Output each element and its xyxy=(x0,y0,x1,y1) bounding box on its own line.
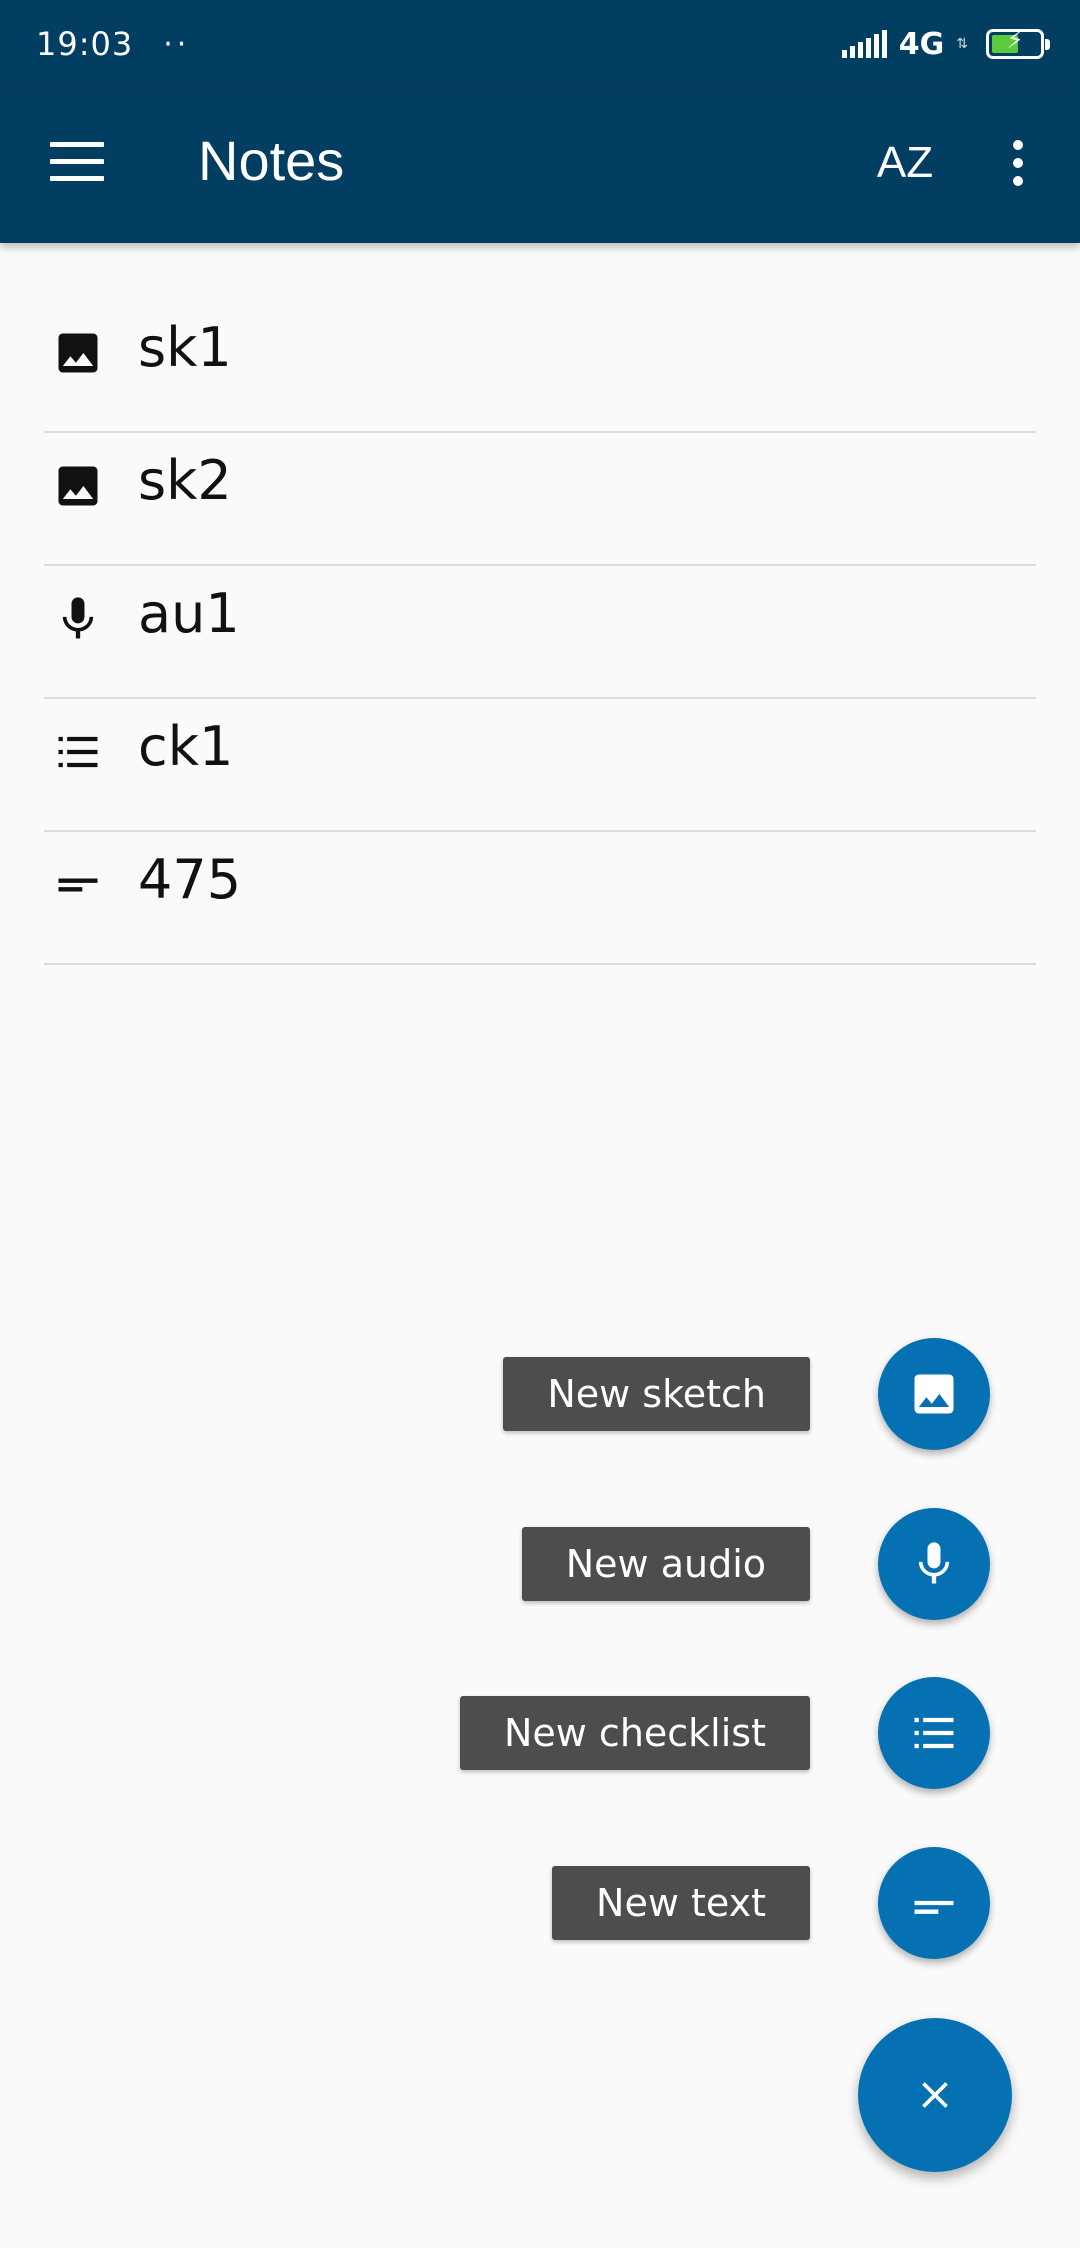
note-row-au1[interactable]: au1 xyxy=(44,566,1036,699)
hamburger-menu-icon[interactable] xyxy=(50,142,104,182)
image-icon xyxy=(914,1374,954,1414)
status-bar: 19:03 ·· 4G ⇅ ⚡ xyxy=(0,0,1080,88)
notes-list: sk1 sk2 au1 ck1 475 xyxy=(0,300,1080,965)
new-sketch-button[interactable] xyxy=(878,1338,990,1450)
checklist-icon xyxy=(914,1717,954,1749)
close-icon xyxy=(922,2082,948,2108)
status-time: 19:03 xyxy=(36,25,134,63)
page-title: Notes xyxy=(198,129,345,192)
more-options-icon[interactable] xyxy=(1008,140,1028,190)
note-row-sk2[interactable]: sk2 xyxy=(44,433,1036,566)
note-title: sk1 xyxy=(138,316,232,379)
note-row-475[interactable]: 475 xyxy=(44,832,1036,965)
fab-action-new-sketch[interactable]: New sketch xyxy=(503,1338,990,1450)
note-title: 475 xyxy=(138,848,242,911)
fab-action-new-audio[interactable]: New audio xyxy=(521,1508,990,1620)
fab-label[interactable]: New audio xyxy=(521,1527,810,1601)
fab-action-new-text[interactable]: New text xyxy=(552,1847,990,1959)
fab-label[interactable]: New checklist xyxy=(459,1696,810,1770)
sort-label: AZ xyxy=(876,138,934,187)
battery-charging-icon: ⚡ xyxy=(986,26,1050,59)
note-title: sk2 xyxy=(138,449,232,512)
network-type: 4G xyxy=(898,26,945,62)
fab-label[interactable]: New text xyxy=(552,1866,810,1940)
checklist-icon xyxy=(50,724,106,780)
image-icon xyxy=(50,325,106,381)
sort-az-icon[interactable]: AZ xyxy=(870,128,940,198)
new-text-button[interactable] xyxy=(878,1847,990,1959)
status-indicators: 4G ⇅ ⚡ xyxy=(841,26,1050,62)
signal-icon xyxy=(841,30,887,58)
microphone-icon xyxy=(50,591,106,647)
data-activity-icon: ⇅ xyxy=(956,36,968,52)
fab-label[interactable]: New sketch xyxy=(503,1357,810,1431)
new-audio-button[interactable] xyxy=(878,1508,990,1620)
new-checklist-button[interactable] xyxy=(878,1677,990,1789)
text-icon xyxy=(50,857,106,913)
notification-dots: ·· xyxy=(163,26,191,62)
note-title: ck1 xyxy=(138,715,234,778)
image-icon xyxy=(50,458,106,514)
text-icon xyxy=(914,1900,954,1914)
app-bar: Notes AZ xyxy=(0,88,1080,243)
note-row-ck1[interactable]: ck1 xyxy=(44,699,1036,832)
note-row-sk1[interactable]: sk1 xyxy=(44,300,1036,433)
fab-action-new-checklist[interactable]: New checklist xyxy=(459,1677,990,1789)
close-fab-button[interactable] xyxy=(858,2018,1012,2172)
note-title: au1 xyxy=(138,582,240,645)
microphone-icon xyxy=(918,1542,950,1584)
